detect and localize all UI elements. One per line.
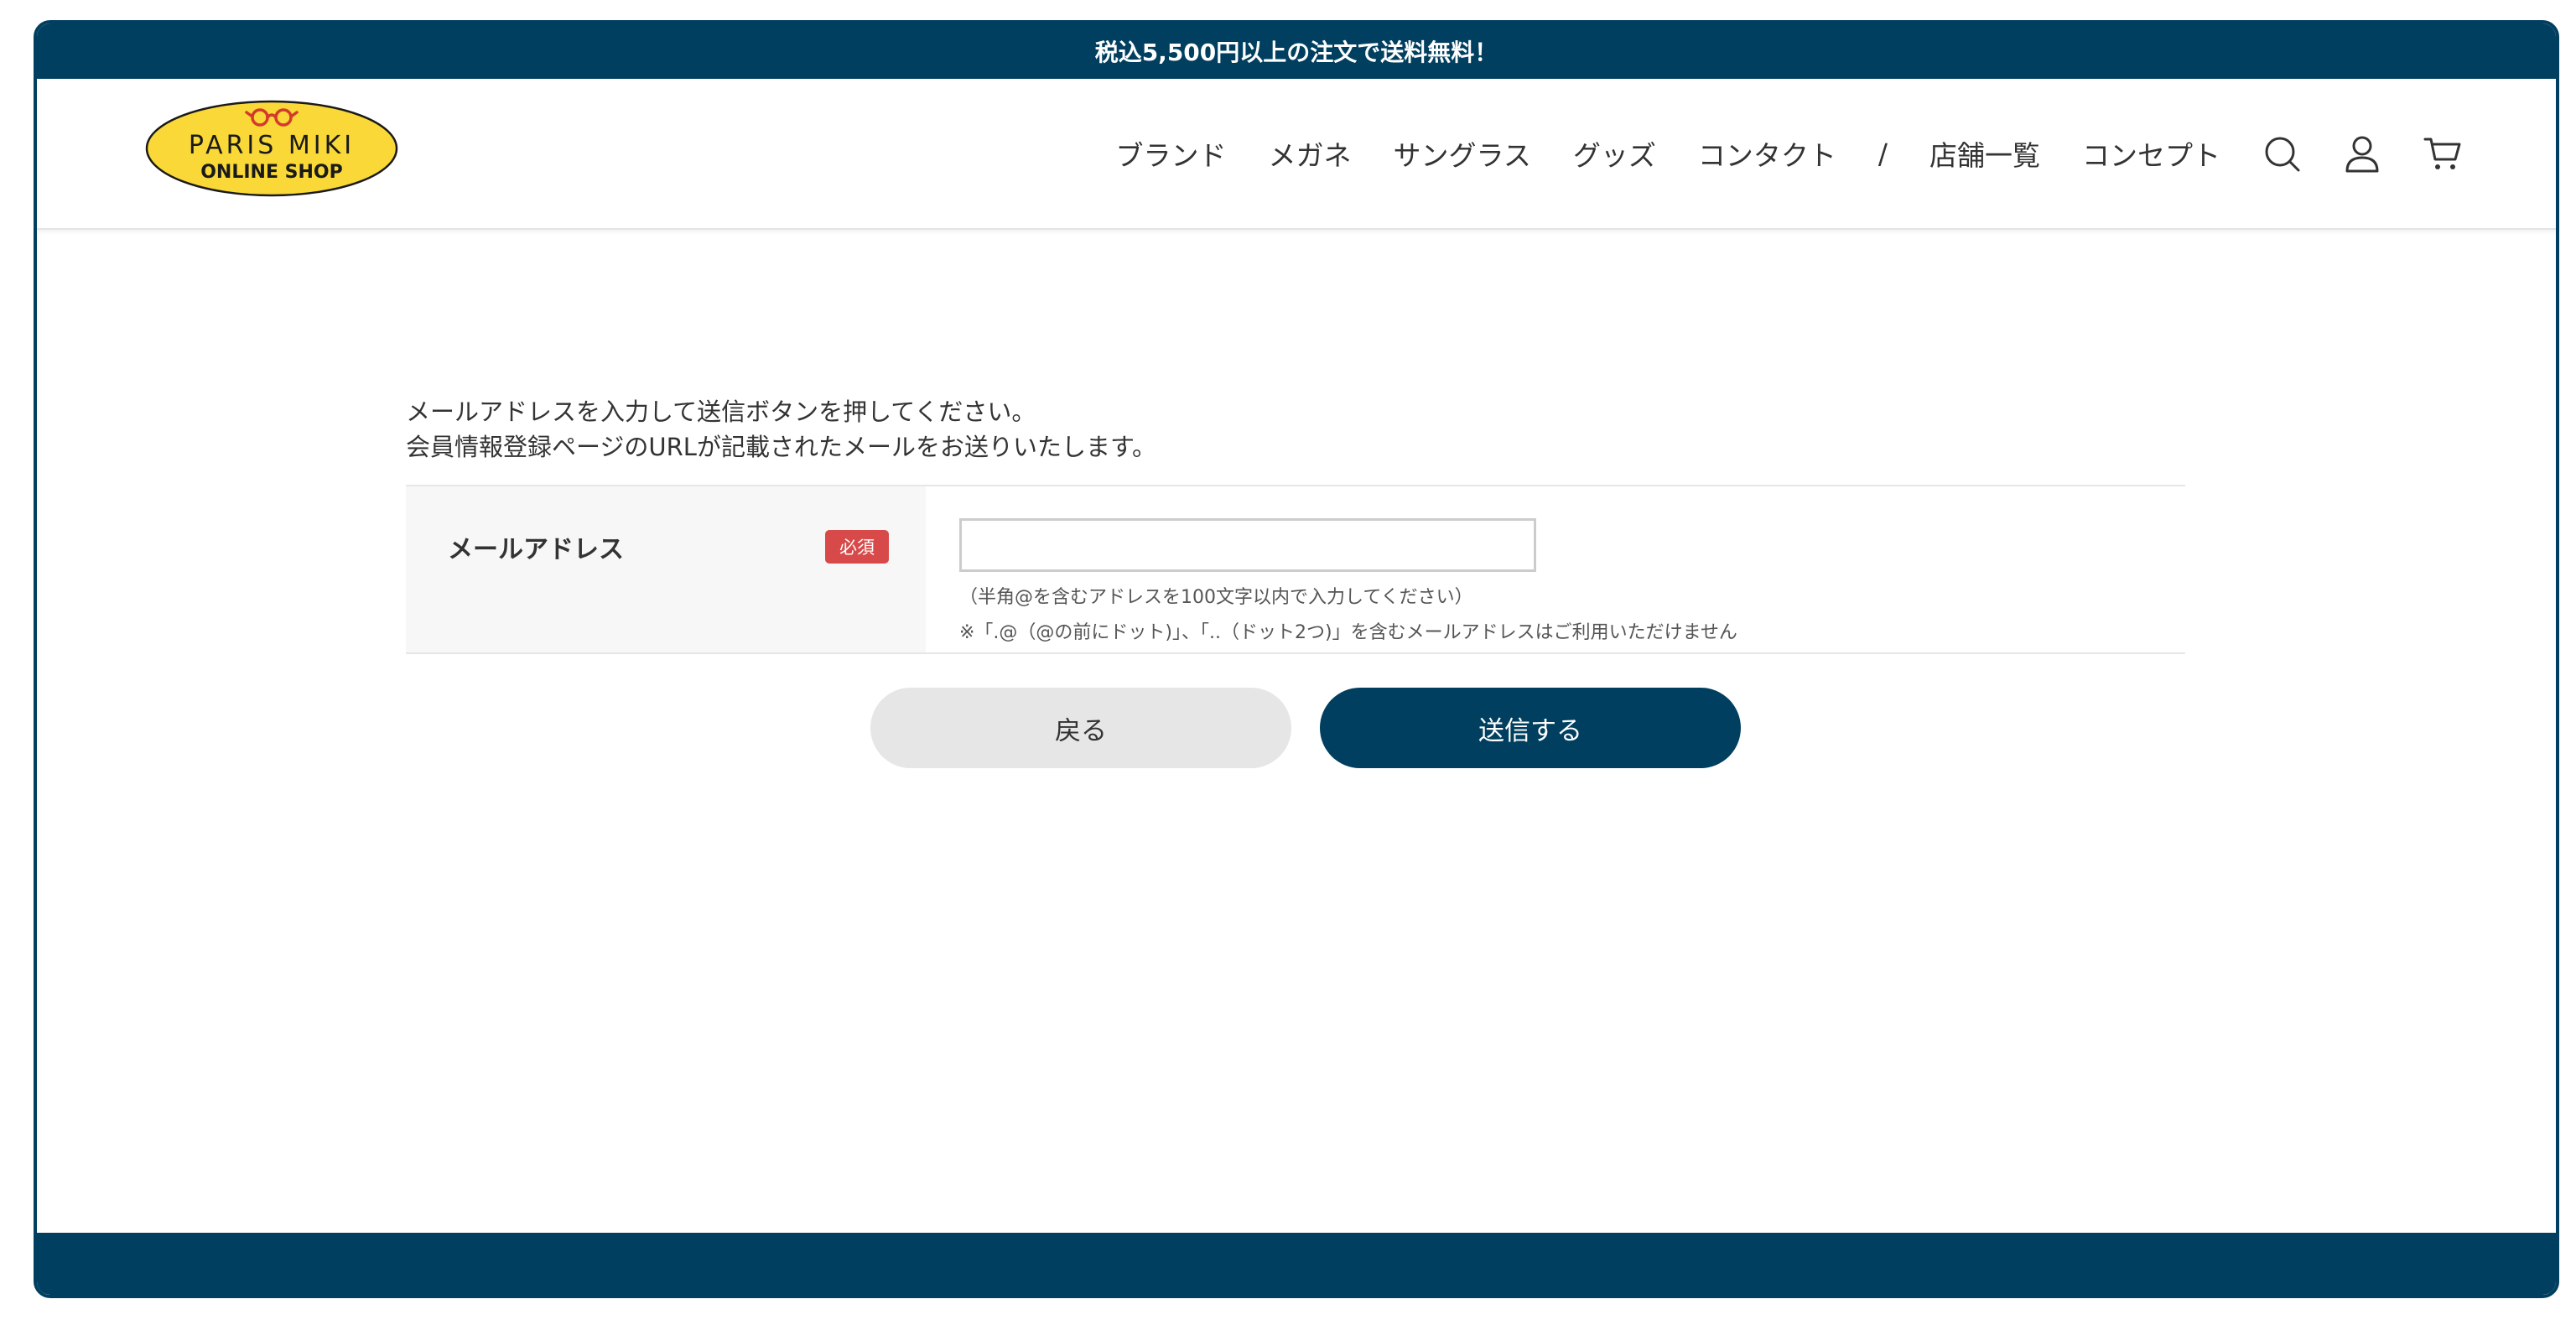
nav-item-concept[interactable]: コンセプト bbox=[2082, 133, 2220, 174]
logo-line1: PARIS MIKI bbox=[189, 131, 355, 160]
email-label: メールアドレス bbox=[448, 535, 624, 564]
logo-line2: ONLINE SHOP bbox=[200, 162, 343, 183]
announcement-text: 税込5,500円以上の注文で送料無料！ bbox=[1094, 39, 1498, 66]
user-icon[interactable] bbox=[2343, 134, 2381, 173]
intro-text: メールアドレスを入力して送信ボタンを押してください。 会員情報登録ページのURL… bbox=[406, 394, 1156, 465]
label-cell: メールアドレス 必須 bbox=[406, 486, 926, 652]
nav-item-goods[interactable]: グッズ bbox=[1573, 133, 1656, 174]
nav-item-glasses[interactable]: メガネ bbox=[1269, 133, 1352, 174]
email-hint: （半角@を含むアドレスを100文字以内で入力してください） bbox=[959, 587, 1473, 608]
intro-line-2: 会員情報登録ページのURLが記載されたメールをお送りいたします。 bbox=[406, 433, 1157, 461]
announcement-bar: 税込5,500円以上の注文で送料無料！ bbox=[37, 23, 2556, 79]
page-frame: 税込5,500円以上の注文で送料無料！ PARIS MIKI ONLINE SH… bbox=[34, 20, 2559, 1298]
nav-separator: / bbox=[1877, 137, 1888, 170]
intro-line-1: メールアドレスを入力して送信ボタンを押してください。 bbox=[406, 398, 1036, 426]
email-restriction-note: ※「.@（@の前にドット)」、「..（ドット2つ)」を含むメールアドレスはご利用… bbox=[959, 622, 1737, 643]
main-nav: ブランド メガネ サングラス グッズ コンタクト / 店舗一覧 コンセプト bbox=[1074, 79, 2462, 228]
email-input[interactable] bbox=[959, 518, 1536, 572]
email-form-row: メールアドレス 必須 （半角@を含むアドレスを100文字以内で入力してください）… bbox=[406, 485, 2185, 654]
nav-item-stores[interactable]: 店舗一覧 bbox=[1929, 133, 2040, 174]
site-header: PARIS MIKI ONLINE SHOP ブランド メガネ サングラス グッ… bbox=[37, 79, 2556, 230]
search-icon[interactable] bbox=[2262, 134, 2301, 173]
nav-item-sunglasses[interactable]: サングラス bbox=[1394, 133, 1531, 174]
nav-item-contact-lens[interactable]: コンタクト bbox=[1698, 133, 1836, 174]
submit-button[interactable]: 送信する bbox=[1320, 688, 1741, 768]
site-logo[interactable]: PARIS MIKI ONLINE SHOP bbox=[144, 96, 399, 198]
cart-icon[interactable] bbox=[2423, 134, 2462, 173]
nav-item-brand[interactable]: ブランド bbox=[1116, 133, 1227, 174]
site-footer bbox=[37, 1233, 2556, 1295]
back-button[interactable]: 戻る bbox=[870, 688, 1291, 768]
required-badge: 必須 bbox=[825, 530, 889, 564]
